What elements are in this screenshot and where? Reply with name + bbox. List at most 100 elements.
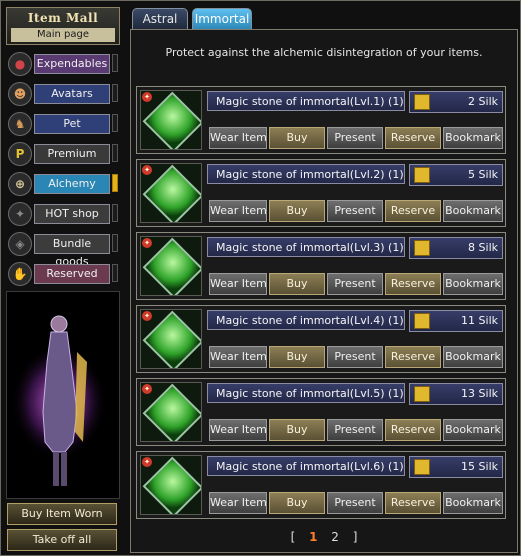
bookmark-button[interactable]: Bookmark bbox=[443, 346, 503, 368]
pagination-open-bracket: [ bbox=[290, 530, 296, 544]
take-off-all-button[interactable]: Take off all bbox=[7, 529, 117, 551]
bundle-icon: ◈ bbox=[8, 232, 32, 256]
category-indicator bbox=[112, 114, 118, 132]
silk-coin-icon bbox=[414, 94, 430, 110]
buy-item-worn-button[interactable]: Buy Item Worn bbox=[7, 503, 117, 525]
category-expendables[interactable]: ● Expendables bbox=[6, 51, 118, 77]
wear-item-button[interactable]: Wear Item bbox=[209, 492, 267, 514]
bookmark-button[interactable]: Bookmark bbox=[443, 200, 503, 222]
main-page-button[interactable]: Main page bbox=[11, 28, 115, 42]
present-button[interactable]: Present bbox=[327, 419, 383, 441]
category-label[interactable]: Expendables bbox=[34, 54, 110, 74]
tab-astral[interactable]: Astral bbox=[132, 8, 188, 30]
category-indicator bbox=[112, 204, 118, 222]
category-indicator bbox=[112, 234, 118, 252]
item-mall-window: Item Mall Main page ● Expendables ☻ Avatars… bbox=[0, 0, 521, 556]
category-indicator bbox=[112, 84, 118, 102]
magic-stone-icon[interactable]: ✦ bbox=[140, 90, 202, 150]
hot-shop-icon: ✦ bbox=[8, 202, 32, 226]
category-premium[interactable]: P Premium bbox=[6, 141, 118, 167]
silk-coin-icon bbox=[414, 240, 430, 256]
pagination: [ 1 2 ] bbox=[131, 530, 517, 544]
reserve-button[interactable]: Reserve bbox=[385, 127, 441, 149]
bookmark-button[interactable]: Bookmark bbox=[443, 127, 503, 149]
item-price-bar: 2 Silk bbox=[409, 91, 503, 113]
category-indicator bbox=[112, 264, 118, 282]
potion-icon: ● bbox=[8, 52, 32, 76]
reserve-button[interactable]: Reserve bbox=[385, 273, 441, 295]
wear-item-button[interactable]: Wear Item bbox=[209, 200, 267, 222]
buy-button[interactable]: Buy bbox=[269, 419, 325, 441]
category-indicator bbox=[112, 54, 118, 72]
page-2-link[interactable]: 2 bbox=[331, 530, 339, 544]
item-name: Magic stone of immortal(Lvl.5) (1) bbox=[207, 383, 405, 403]
reserve-button[interactable]: Reserve bbox=[385, 492, 441, 514]
present-button[interactable]: Present bbox=[327, 273, 383, 295]
gem-shape bbox=[142, 164, 201, 222]
mall-title-box: Item Mall Main page bbox=[6, 7, 120, 45]
wear-item-button[interactable]: Wear Item bbox=[209, 127, 267, 149]
premium-icon: P bbox=[8, 142, 32, 166]
pet-icon: ♞ bbox=[8, 112, 32, 136]
wear-item-button[interactable]: Wear Item bbox=[209, 346, 267, 368]
gem-shape bbox=[142, 91, 201, 149]
item-list-panel: Protect against the alchemic disintegrat… bbox=[130, 29, 518, 553]
bookmark-button[interactable]: Bookmark bbox=[443, 419, 503, 441]
wear-item-button[interactable]: Wear Item bbox=[209, 273, 267, 295]
buy-button[interactable]: Buy bbox=[269, 273, 325, 295]
alchemy-icon: ⊕ bbox=[8, 172, 32, 196]
avatar-icon: ☻ bbox=[8, 82, 32, 106]
category-label[interactable]: HOT shop bbox=[34, 204, 110, 224]
item-card: ✦ Magic stone of immortal(Lvl.3) (1) 8 Sil… bbox=[136, 232, 506, 300]
reserve-button[interactable]: Reserve bbox=[385, 200, 441, 222]
bookmark-button[interactable]: Bookmark bbox=[443, 273, 503, 295]
item-name: Magic stone of immortal(Lvl.3) (1) bbox=[207, 237, 405, 257]
present-button[interactable]: Present bbox=[327, 346, 383, 368]
page-1-link[interactable]: 1 bbox=[309, 530, 317, 544]
buy-button[interactable]: Buy bbox=[269, 346, 325, 368]
item-price-bar: 5 Silk bbox=[409, 164, 503, 186]
present-button[interactable]: Present bbox=[327, 200, 383, 222]
buy-button[interactable]: Buy bbox=[269, 492, 325, 514]
category-label[interactable]: Reserved bbox=[34, 264, 110, 284]
magic-stone-icon[interactable]: ✦ bbox=[140, 236, 202, 296]
category-indicator bbox=[112, 174, 118, 192]
magic-stone-icon[interactable]: ✦ bbox=[140, 382, 202, 442]
new-badge-icon: ✦ bbox=[142, 384, 152, 394]
wear-item-button[interactable]: Wear Item bbox=[209, 419, 267, 441]
present-button[interactable]: Present bbox=[327, 127, 383, 149]
category-label[interactable]: Premium bbox=[34, 144, 110, 164]
category-alchemy[interactable]: ⊕ Alchemy bbox=[6, 171, 118, 197]
buy-button[interactable]: Buy bbox=[269, 200, 325, 222]
category-label[interactable]: Avatars bbox=[34, 84, 110, 104]
reserve-button[interactable]: Reserve bbox=[385, 346, 441, 368]
item-card: ✦ Magic stone of immortal(Lvl.6) (1) 15 Si… bbox=[136, 451, 506, 519]
item-price: 11 Silk bbox=[461, 314, 498, 327]
pagination-close-bracket: ] bbox=[352, 530, 358, 544]
magic-stone-icon[interactable]: ✦ bbox=[140, 163, 202, 223]
tab-immortal[interactable]: Immortal bbox=[192, 8, 252, 30]
magic-stone-icon[interactable]: ✦ bbox=[140, 455, 202, 515]
category-reserved[interactable]: ✋ Reserved bbox=[6, 261, 118, 287]
mall-title: Item Mall bbox=[27, 11, 99, 25]
present-button[interactable]: Present bbox=[327, 492, 383, 514]
item-price: 15 Silk bbox=[461, 460, 498, 473]
gem-shape bbox=[142, 310, 201, 368]
category-label[interactable]: Alchemy bbox=[34, 174, 110, 194]
category-label[interactable]: Bundle goods bbox=[34, 234, 110, 268]
reserve-button[interactable]: Reserve bbox=[385, 419, 441, 441]
magic-stone-icon[interactable]: ✦ bbox=[140, 309, 202, 369]
buy-button[interactable]: Buy bbox=[269, 127, 325, 149]
gem-shape bbox=[142, 456, 201, 514]
category-hot-shop[interactable]: ✦ HOT shop bbox=[6, 201, 118, 227]
silk-coin-icon bbox=[414, 313, 430, 329]
character-preview[interactable] bbox=[6, 291, 120, 499]
category-label[interactable]: Pet bbox=[34, 114, 110, 134]
category-description: Protect against the alchemic disintegrat… bbox=[165, 46, 483, 59]
silk-coin-icon bbox=[414, 386, 430, 402]
category-bundle-goods[interactable]: ◈ Bundle goods bbox=[6, 231, 118, 268]
category-avatars[interactable]: ☻ Avatars bbox=[6, 81, 118, 107]
item-name: Magic stone of immortal(Lvl.4) (1) bbox=[207, 310, 405, 330]
bookmark-button[interactable]: Bookmark bbox=[443, 492, 503, 514]
category-pet[interactable]: ♞ Pet bbox=[6, 111, 118, 137]
